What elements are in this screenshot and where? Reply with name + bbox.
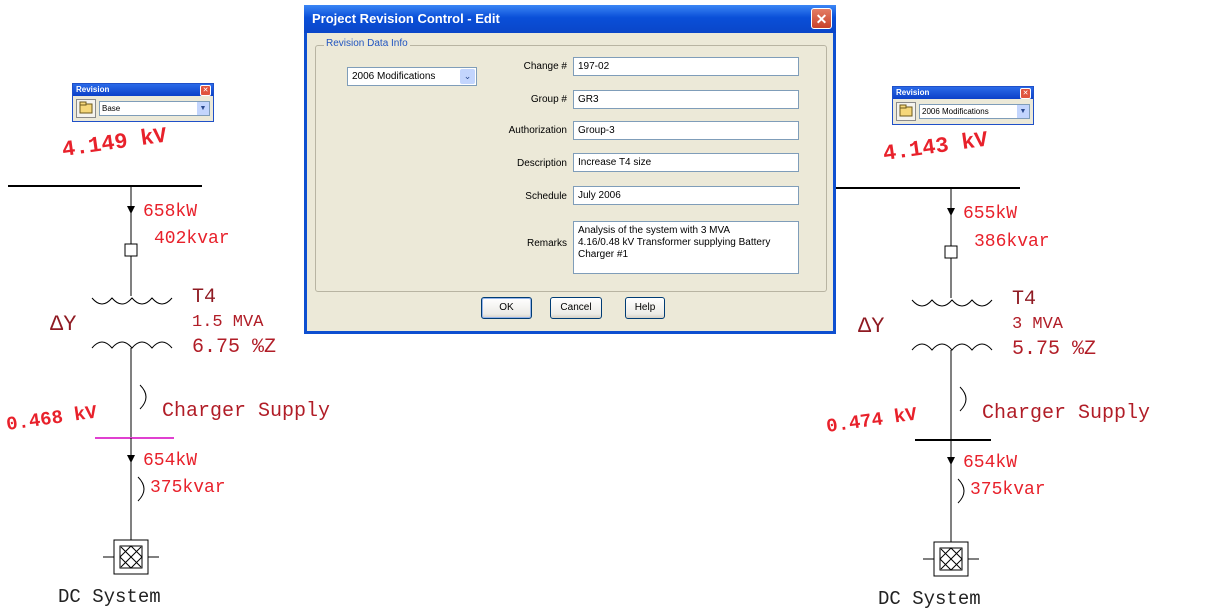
- right-transformer-connection: ΔY: [858, 314, 885, 339]
- authorization-label: Authorization: [508, 125, 567, 136]
- left-transformer-impedance: 6.75 %Z: [192, 336, 277, 359]
- left-transformer-primary-icon: [91, 297, 173, 305]
- right-flow-arrow-icon: [947, 208, 955, 216]
- left-bus2-name: Charger Supply: [162, 400, 331, 423]
- left-flow2-kvar: 375kvar: [150, 478, 226, 498]
- description-label: Description: [516, 158, 567, 169]
- change-label: Change #: [523, 61, 567, 72]
- right-breaker-icon: [944, 245, 958, 259]
- revision-select-value: 2006 Modifications: [352, 71, 436, 82]
- left-flow2-arrow-icon: [127, 455, 135, 463]
- dialog-close-icon[interactable]: ✕: [811, 8, 832, 29]
- right-transformer-primary-icon: [911, 299, 993, 307]
- right-flow1-kw: 655kW: [963, 204, 1018, 224]
- left-flow2-kw: 654kW: [143, 451, 198, 471]
- right-bus2-name: Charger Supply: [982, 402, 1151, 425]
- change-field[interactable]: 197-02: [573, 57, 799, 76]
- right-load-name: DC System: [878, 588, 981, 610]
- left-transformer-name: T4: [192, 286, 217, 309]
- help-button[interactable]: Help: [625, 297, 665, 319]
- right-flow2-arrow-icon: [947, 457, 955, 465]
- left-flow-arrow-icon: [127, 206, 135, 214]
- schedule-label: Schedule: [525, 191, 567, 202]
- right-flow2-kw: 654kW: [963, 453, 1018, 473]
- cancel-button[interactable]: Cancel: [550, 297, 602, 319]
- group-field[interactable]: GR3: [573, 90, 799, 109]
- dialog-title-bar[interactable]: Project Revision Control - Edit ✕: [304, 5, 836, 33]
- dialog-title: Project Revision Control - Edit: [312, 11, 500, 26]
- remarks-field[interactable]: Analysis of the system with 3 MVA 4.16/0…: [573, 221, 799, 274]
- revision-data-group-label: Revision Data Info: [324, 38, 410, 49]
- right-transformer-secondary-icon: [911, 343, 993, 351]
- left-load-name: DC System: [58, 586, 161, 608]
- description-field[interactable]: Increase T4 size: [573, 153, 799, 172]
- authorization-field[interactable]: Group-3: [573, 121, 799, 140]
- ok-button[interactable]: OK: [481, 297, 532, 319]
- project-revision-dialog: Project Revision Control - Edit ✕ Revisi…: [304, 5, 836, 334]
- schedule-field[interactable]: July 2006: [573, 186, 799, 205]
- left-flow1-kvar: 402kvar: [154, 229, 230, 249]
- left-transformer-rating: 1.5 MVA: [192, 313, 264, 332]
- left-transformer-connection: ΔY: [50, 312, 77, 337]
- left-transformer-secondary-icon: [91, 341, 173, 349]
- left-flow1-kw: 658kW: [143, 202, 198, 222]
- right-flow2-kvar: 375kvar: [970, 480, 1046, 500]
- right-transformer-impedance: 5.75 %Z: [1012, 338, 1097, 361]
- remarks-label: Remarks: [526, 238, 567, 249]
- group-label: Group #: [530, 94, 567, 105]
- right-transformer-name: T4: [1012, 288, 1037, 311]
- right-flow1-kvar: 386kvar: [974, 232, 1050, 252]
- left-breaker-icon: [124, 243, 138, 257]
- right-transformer-rating: 3 MVA: [1012, 315, 1064, 334]
